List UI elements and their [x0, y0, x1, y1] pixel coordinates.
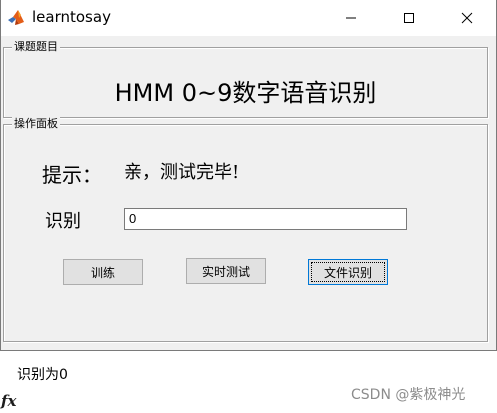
client-area: 课题题目 HMM 0~9数字语音识别 操作面板 [1, 36, 496, 350]
result-label: 识别 [45, 211, 81, 232]
console-output: 识别为0 [17, 367, 68, 383]
operation-panel-legend: 操作面板 [12, 117, 60, 131]
app-window: learntosay 课题题目 HMM 0~9数字语音识别 操作面板 提示： 亲… [0, 0, 497, 351]
realtime-test-button[interactable]: 实时测试 [186, 258, 266, 284]
file-recognition-button[interactable]: 文件识别 [308, 259, 388, 285]
topic-group: 课题题目 HMM 0~9数字语音识别 [3, 40, 488, 118]
hint-label: 提示： [42, 163, 102, 187]
fx-prompt-icon: fx [1, 392, 17, 410]
window-title: learntosay [32, 8, 111, 26]
close-icon [461, 9, 473, 28]
watermark: CSDN @紫极神光 [351, 387, 466, 403]
hint-text: 亲，测试完毕! [124, 162, 240, 183]
title-bar[interactable]: learntosay [1, 0, 496, 36]
matlab-icon [7, 8, 25, 26]
close-button[interactable] [438, 0, 496, 36]
topic-group-legend: 课题题目 [12, 40, 60, 54]
maximize-icon [403, 9, 415, 28]
result-field[interactable]: 0 [124, 208, 407, 230]
minimize-icon [345, 9, 357, 28]
minimize-button[interactable] [322, 0, 380, 36]
realtime-test-button-label: 实时测试 [201, 264, 250, 279]
focus-ring [311, 262, 385, 282]
maximize-button[interactable] [380, 0, 438, 36]
train-button[interactable]: 训练 [63, 259, 143, 285]
train-button-label: 训练 [90, 265, 115, 280]
topic-heading: HMM 0~9数字语音识别 [114, 79, 377, 107]
